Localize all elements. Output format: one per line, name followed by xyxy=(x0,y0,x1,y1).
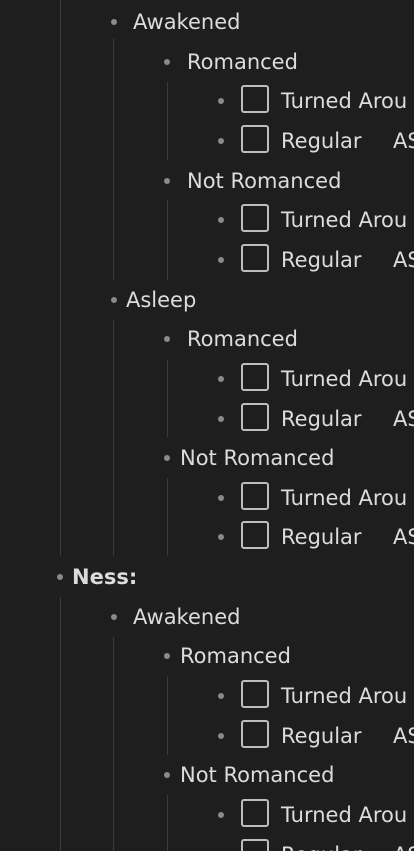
list-item-label: Turned Arou xyxy=(281,89,408,114)
list-item-label: Turned Arou xyxy=(281,803,408,827)
list-bullet-icon[interactable] xyxy=(164,177,170,184)
task-list-item[interactable]: Regular AS xyxy=(0,401,414,437)
list-item-label: Awakened xyxy=(133,10,241,34)
task-checkbox[interactable] xyxy=(241,243,269,272)
list-item[interactable]: Asleep xyxy=(0,282,414,318)
list-bullet-icon[interactable] xyxy=(218,256,224,263)
list-bullet-icon[interactable] xyxy=(164,772,170,779)
task-checkbox[interactable] xyxy=(241,402,269,431)
list-item-label: Regular xyxy=(281,128,362,153)
list-item-label: Not Romanced xyxy=(180,763,335,788)
list-item[interactable]: Ness: xyxy=(0,559,414,595)
list-item-label: Romanced xyxy=(180,644,291,669)
list-item[interactable]: Awakened xyxy=(0,599,414,635)
task-checkbox[interactable] xyxy=(241,838,269,851)
task-checkbox[interactable] xyxy=(241,680,269,709)
task-list-item[interactable]: Turned Arou xyxy=(0,83,414,119)
list-item-label: Ness: xyxy=(72,565,138,590)
outline-tree: Awakened Romanced Turned Arou Regular AS Not … xyxy=(0,0,414,851)
list-item-trailing-text: AS xyxy=(393,723,414,748)
task-checkbox[interactable] xyxy=(241,719,269,748)
list-bullet-icon[interactable] xyxy=(218,98,224,105)
list-bullet-icon[interactable] xyxy=(218,217,224,224)
list-bullet-icon[interactable] xyxy=(218,812,224,818)
list-item[interactable]: Romanced xyxy=(0,638,414,674)
task-list-item[interactable]: Turned Arou xyxy=(0,202,414,238)
task-list-item[interactable]: Regular AS xyxy=(0,123,414,159)
task-list-item[interactable]: Turned Arou xyxy=(0,361,414,397)
task-checkbox[interactable] xyxy=(241,85,269,114)
list-bullet-icon[interactable] xyxy=(57,574,63,581)
list-item-label: Asleep xyxy=(126,287,197,312)
list-item-label: Regular xyxy=(281,247,362,272)
list-item[interactable]: Romanced xyxy=(0,321,414,357)
list-item-label: Turned Arou xyxy=(281,684,408,709)
list-item[interactable]: Romanced xyxy=(0,44,414,80)
list-item-label: Regular xyxy=(281,723,362,748)
task-checkbox[interactable] xyxy=(241,124,269,153)
task-checkbox[interactable] xyxy=(241,481,269,510)
list-item-label: Not Romanced xyxy=(180,446,335,471)
list-item-label: Romanced xyxy=(187,327,298,352)
list-item-label: Turned Arou xyxy=(281,208,408,233)
task-list-item[interactable]: Turned Arou xyxy=(0,678,414,714)
list-bullet-icon[interactable] xyxy=(218,375,224,382)
list-bullet-icon[interactable] xyxy=(218,693,224,700)
list-item-trailing-text: AS xyxy=(393,525,414,550)
list-item[interactable]: Not Romanced xyxy=(0,757,414,793)
list-bullet-icon[interactable] xyxy=(218,137,224,144)
list-bullet-icon[interactable] xyxy=(164,653,170,660)
list-bullet-icon[interactable] xyxy=(164,58,170,65)
list-item-trailing-text: AS xyxy=(393,837,414,851)
list-bullet-icon[interactable] xyxy=(218,415,224,422)
list-item-label: Not Romanced xyxy=(187,168,342,193)
list-item[interactable]: Awakened xyxy=(0,4,414,40)
list-item-label: Regular xyxy=(281,525,362,550)
list-item[interactable]: Not Romanced xyxy=(0,440,414,476)
list-item[interactable]: Not Romanced xyxy=(0,163,414,199)
list-bullet-icon[interactable] xyxy=(111,19,117,25)
list-bullet-icon[interactable] xyxy=(218,534,224,541)
list-item-label: Regular xyxy=(281,406,362,431)
task-checkbox[interactable] xyxy=(241,521,269,550)
list-item-label: Awakened xyxy=(133,604,241,629)
task-list-item[interactable]: Turned Arou xyxy=(0,480,414,516)
list-item-trailing-text: AS xyxy=(393,406,414,431)
list-item-label: Romanced xyxy=(187,49,298,74)
list-bullet-icon[interactable] xyxy=(164,455,170,462)
task-list-item[interactable]: Turned Arou xyxy=(0,797,414,833)
task-list-item[interactable]: Regular AS xyxy=(0,242,414,278)
list-bullet-icon[interactable] xyxy=(164,336,170,343)
list-item-trailing-text: AS xyxy=(393,247,414,272)
list-item-trailing-text: AS xyxy=(393,128,414,153)
list-item-label: Turned Arou xyxy=(281,366,408,391)
list-bullet-icon[interactable] xyxy=(218,494,224,501)
list-item-label: Regular xyxy=(281,837,362,851)
task-checkbox[interactable] xyxy=(241,204,269,233)
list-item-label: Turned Arou xyxy=(281,485,408,510)
list-bullet-icon[interactable] xyxy=(111,613,117,620)
list-bullet-icon[interactable] xyxy=(218,732,224,739)
task-list-item[interactable]: Regular AS xyxy=(0,837,414,851)
task-checkbox[interactable] xyxy=(241,362,269,391)
task-list-item[interactable]: Regular AS xyxy=(0,519,414,555)
task-checkbox[interactable] xyxy=(241,799,269,827)
list-bullet-icon[interactable] xyxy=(111,296,117,303)
task-list-item[interactable]: Regular AS xyxy=(0,718,414,754)
